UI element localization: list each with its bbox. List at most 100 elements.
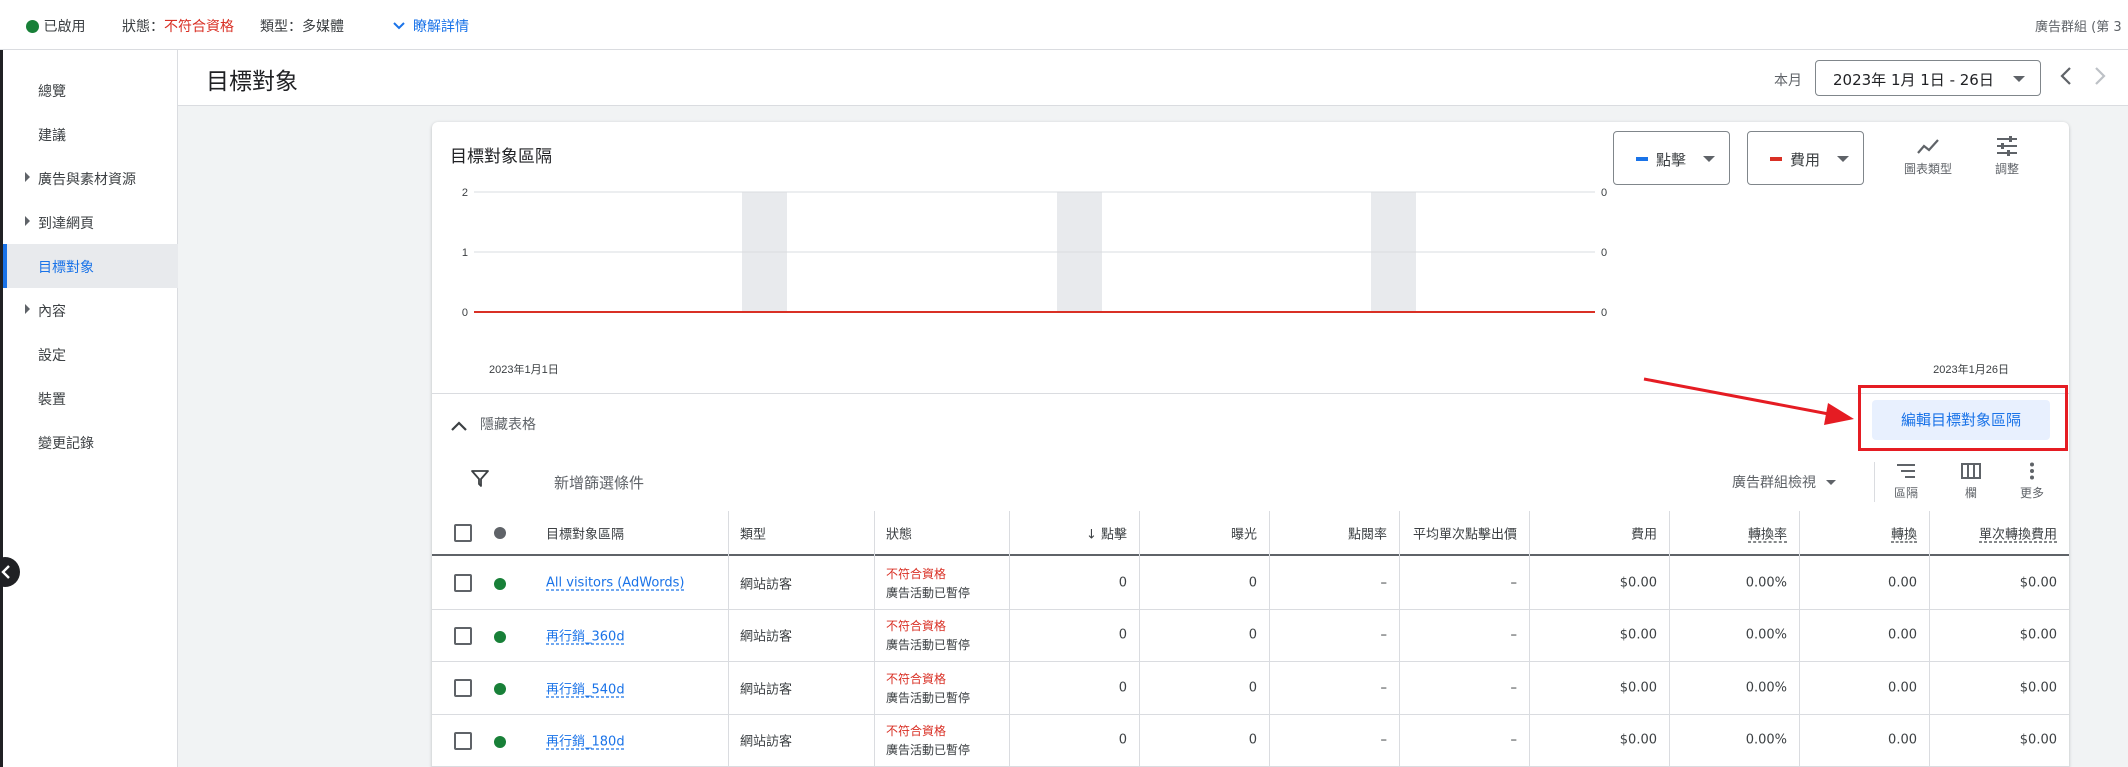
- right-axis-ticks: 0 0 0: [1601, 187, 1607, 319]
- cell-conv: 0.00: [1888, 732, 1917, 748]
- y-right-tick-label: 0: [1601, 247, 1607, 259]
- cell-conv: 0.00: [1888, 627, 1917, 643]
- sidebar-item-label: 廣告與素材資源: [38, 172, 136, 188]
- row-checkbox[interactable]: [454, 679, 472, 697]
- status-campaign: 廣告活動已暫停: [886, 690, 971, 705]
- col-header-avg-cpc[interactable]: 平均單次點擊出價: [1399, 511, 1529, 554]
- active-indicator: [3, 244, 7, 288]
- cell-name[interactable]: 再行銷_180d: [546, 715, 726, 767]
- cell-cost-conv: $0.00: [2019, 627, 2057, 643]
- col-header-impressions[interactable]: 曝光: [1139, 511, 1269, 554]
- details-link-label: 瞭解詳情: [413, 19, 469, 35]
- details-link[interactable]: 瞭解詳情: [393, 16, 469, 36]
- view-selector[interactable]: 廣告群組檢視: [1732, 472, 1836, 492]
- sidebar-item-label: 設定: [38, 348, 66, 364]
- sidebar-item-label: 到達網頁: [38, 216, 94, 232]
- col-header-ctr[interactable]: 點閱率: [1269, 511, 1399, 554]
- sidebar-item[interactable]: 廣告與素材資源: [3, 156, 178, 200]
- view-selector-label: 廣告群組檢視: [1732, 475, 1816, 491]
- hide-table-label: 隱藏表格: [480, 417, 536, 433]
- page-header: 目標對象 本月 2023年 1月 1日 - 26日: [178, 50, 2128, 106]
- column-divider: [728, 511, 729, 767]
- table-row: 再行銷_540d 網站訪客 不符合資格 廣告活動已暫停 0 0 – – $0.00 0.00% 0.…: [432, 662, 2069, 715]
- cell-avg-cpc: –: [1510, 627, 1518, 643]
- more-button[interactable]: 更多: [2020, 462, 2044, 501]
- metric2-swatch: [1770, 157, 1782, 161]
- dropdown-arrow-icon: [1703, 156, 1715, 162]
- previous-period-button[interactable]: [2056, 64, 2078, 88]
- hide-table-toggle[interactable]: 隱藏表格: [450, 414, 536, 434]
- columns-button[interactable]: 欄: [1960, 462, 1982, 501]
- column-divider: [1529, 511, 1530, 767]
- edit-audience-segments-button[interactable]: 編輯目標對象區隔: [1872, 400, 2050, 440]
- cell-clicks: 0: [1118, 575, 1127, 591]
- cell-name[interactable]: 再行銷_360d: [546, 610, 726, 662]
- sidebar-item[interactable]: 設定: [3, 332, 178, 376]
- enabled-dot-icon[interactable]: [494, 735, 506, 748]
- type-value: 多媒體: [302, 19, 344, 35]
- date-range-picker[interactable]: 2023年 1月 1日 - 26日: [1815, 60, 2041, 96]
- add-filter-button[interactable]: 新增篩選條件: [554, 472, 644, 493]
- column-divider: [1929, 511, 1930, 767]
- sidebar-item[interactable]: 到達網頁: [3, 200, 178, 244]
- sidebar-item[interactable]: 目標對象: [3, 244, 178, 288]
- segment-button[interactable]: 區隔: [1894, 462, 1918, 501]
- chevron-left-icon: [1, 565, 10, 579]
- col-header-cost-per-conv[interactable]: 單次轉換費用: [1929, 511, 2069, 554]
- tune-icon: [1997, 136, 2017, 156]
- col-header-clicks[interactable]: ↓ 點擊: [1009, 511, 1139, 554]
- x-axis-end-label: 2023年1月26日: [1933, 362, 2009, 376]
- cell-conv-rate: 0.00%: [1745, 680, 1787, 696]
- date-period-label: 本月: [1774, 73, 1802, 89]
- row-checkbox[interactable]: [454, 574, 472, 592]
- cell-status: 不符合資格 廣告活動已暫停: [874, 662, 1014, 714]
- column-divider: [1669, 511, 1670, 767]
- sort-arrow-icon: ↓: [1085, 527, 1097, 542]
- chart-type-button[interactable]: 圖表類型: [1904, 136, 1952, 177]
- cell-ctr: –: [1380, 575, 1388, 591]
- table-header-row: 目標對象區隔 類型 狀態 ↓ 點擊 曝光 點閱率 平均單次點擊出價 費用 轉換率…: [432, 511, 2069, 556]
- enabled-dot-icon[interactable]: [494, 578, 506, 590]
- cell-name[interactable]: 再行銷_540d: [546, 662, 726, 714]
- cell-ctr: –: [1380, 627, 1388, 643]
- cell-impr: 0: [1248, 627, 1257, 643]
- sidebar-item[interactable]: 建議: [3, 112, 178, 156]
- select-all-checkbox[interactable]: [454, 524, 472, 542]
- col-header-cost[interactable]: 費用: [1529, 511, 1669, 554]
- col-header-type[interactable]: 類型: [728, 511, 828, 554]
- y-right-tick-label: 0: [1601, 187, 1607, 199]
- y-left-tick-label: 1: [462, 247, 468, 259]
- sidebar-item[interactable]: 變更記錄: [3, 420, 178, 464]
- date-range-value: 2023年 1月 1日 - 26日: [1833, 71, 1994, 89]
- y-left-tick-label: 0: [462, 307, 468, 319]
- adjust-button[interactable]: 調整: [1995, 136, 2019, 177]
- cell-avg-cpc: –: [1510, 575, 1518, 591]
- card-title: 目標對象區隔: [450, 147, 552, 167]
- col-header-conv-rate[interactable]: 轉換率: [1669, 511, 1799, 554]
- status-info: 狀態：不符合資格: [122, 16, 234, 36]
- col-header-status[interactable]: 狀態: [874, 511, 974, 554]
- col-header-conversions[interactable]: 轉換: [1799, 511, 1929, 554]
- enabled-dot-icon[interactable]: [494, 630, 506, 643]
- chevron-up-icon: [451, 421, 467, 431]
- breadcrumb[interactable]: 廣告群組 (第 3: [2035, 16, 2122, 35]
- cell-impr: 0: [1248, 732, 1257, 748]
- annotation-arrow: [1643, 377, 1854, 425]
- page-title: 目標對象: [206, 69, 298, 95]
- sidebar: 總覽 建議廣告與素材資源 到達網頁目標對象 內容設定裝置 變更記錄: [0, 50, 178, 767]
- enabled-dot-icon[interactable]: [494, 683, 506, 695]
- next-period-button[interactable]: [2088, 64, 2110, 88]
- column-divider: [1269, 511, 1270, 767]
- sidebar-item[interactable]: 內容: [3, 288, 178, 332]
- sidebar-item[interactable]: 總覽: [3, 68, 178, 112]
- row-checkbox[interactable]: [454, 731, 472, 750]
- row-checkbox[interactable]: [454, 626, 472, 645]
- cell-conv-rate: 0.00%: [1745, 732, 1787, 748]
- cell-clicks: 0: [1118, 680, 1127, 696]
- cell-impr: 0: [1248, 575, 1257, 591]
- filter-icon[interactable]: [470, 468, 490, 488]
- cell-status: 不符合資格 廣告活動已暫停: [874, 715, 1014, 767]
- cell-cost-conv: $0.00: [2019, 680, 2057, 696]
- sidebar-item[interactable]: 裝置: [3, 376, 178, 420]
- cell-name[interactable]: All visitors (AdWords): [546, 557, 726, 609]
